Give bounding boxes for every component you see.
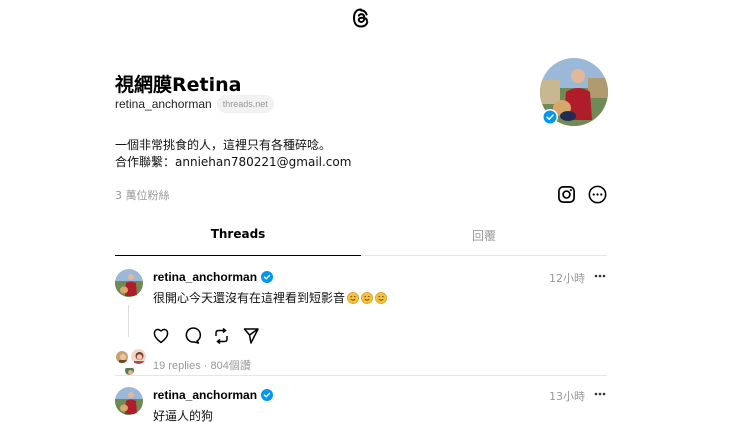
heart-icon[interactable]	[153, 327, 183, 345]
smiling-face-emoji-icon	[361, 291, 373, 304]
post-avatar-image	[115, 387, 143, 415]
post-username-text: retina_anchorman	[153, 388, 258, 402]
domain-pill[interactable]: threads.net	[216, 95, 274, 113]
post-avatar[interactable]	[115, 269, 143, 297]
instagram-icon[interactable]	[557, 185, 576, 204]
share-icon[interactable]	[243, 327, 273, 345]
tab-threads[interactable]: Threads	[115, 227, 361, 241]
post-avatar[interactable]	[115, 387, 143, 415]
post-timestamp[interactable]: 13小時	[549, 388, 585, 404]
post-avatar-image	[115, 269, 143, 297]
verified-badge-icon	[542, 109, 558, 125]
threads-logo-icon[interactable]	[351, 7, 371, 29]
smiling-face-emoji-icon	[347, 291, 359, 304]
likes-count[interactable]: 804個讚	[211, 360, 251, 372]
active-tab-indicator	[115, 255, 361, 256]
repost-icon[interactable]	[213, 327, 243, 345]
comment-icon[interactable]	[183, 327, 213, 345]
post-username-text: retina_anchorman	[153, 270, 258, 284]
post-body: 很開心今天還沒有在這裡看到短影音	[153, 291, 346, 305]
reply-avatar	[130, 348, 147, 365]
tab-replies[interactable]: 回覆	[361, 227, 607, 244]
verified-badge-icon	[261, 389, 274, 401]
followers-count[interactable]: 3 萬位粉絲	[115, 187, 170, 203]
smiling-face-emoji-icon	[375, 291, 387, 304]
post-body: 好逼人的狗	[153, 409, 214, 422]
post-username[interactable]: retina_anchorman	[153, 270, 274, 284]
profile-bio: 一個非常挑食的人，這裡只有各種碎唸。 合作聯繫：anniehan780221@g…	[115, 137, 351, 171]
replies-count[interactable]: 19 replies	[153, 360, 201, 372]
profile-name: 視網膜Retina	[115, 74, 242, 96]
bio-line-1: 一個非常挑食的人，這裡只有各種碎唸。	[115, 138, 332, 152]
post-more-icon[interactable]	[593, 388, 607, 400]
bio-line-2: 合作聯繫：anniehan780221@gmail.com	[115, 155, 352, 169]
post-more-icon[interactable]	[593, 270, 607, 282]
profile-handle: retina_anchorman	[115, 97, 212, 111]
reply-avatar	[115, 350, 129, 364]
thread-post[interactable]: retina_anchorman 12小時 很開心今天還沒有在這裡看到短影音 1…	[115, 269, 607, 376]
verified-badge-icon	[261, 271, 274, 283]
post-text: 好逼人的狗	[153, 407, 213, 422]
thread-connector-line	[128, 305, 129, 337]
post-actions	[153, 327, 273, 345]
profile-tabs: Threads 回覆	[115, 227, 607, 256]
post-timestamp[interactable]: 12小時	[549, 270, 585, 286]
post-divider	[115, 375, 607, 376]
stats-separator: ·	[203, 360, 208, 372]
post-stats: 19 replies · 804個讚	[153, 357, 251, 373]
post-username[interactable]: retina_anchorman	[153, 388, 274, 402]
post-text: 很開心今天還沒有在這裡看到短影音	[153, 289, 387, 306]
more-options-icon[interactable]	[588, 185, 607, 204]
thread-post[interactable]: retina_anchorman 13小時 好逼人的狗	[115, 387, 607, 422]
handle-row: retina_anchorman threads.net	[115, 95, 274, 113]
